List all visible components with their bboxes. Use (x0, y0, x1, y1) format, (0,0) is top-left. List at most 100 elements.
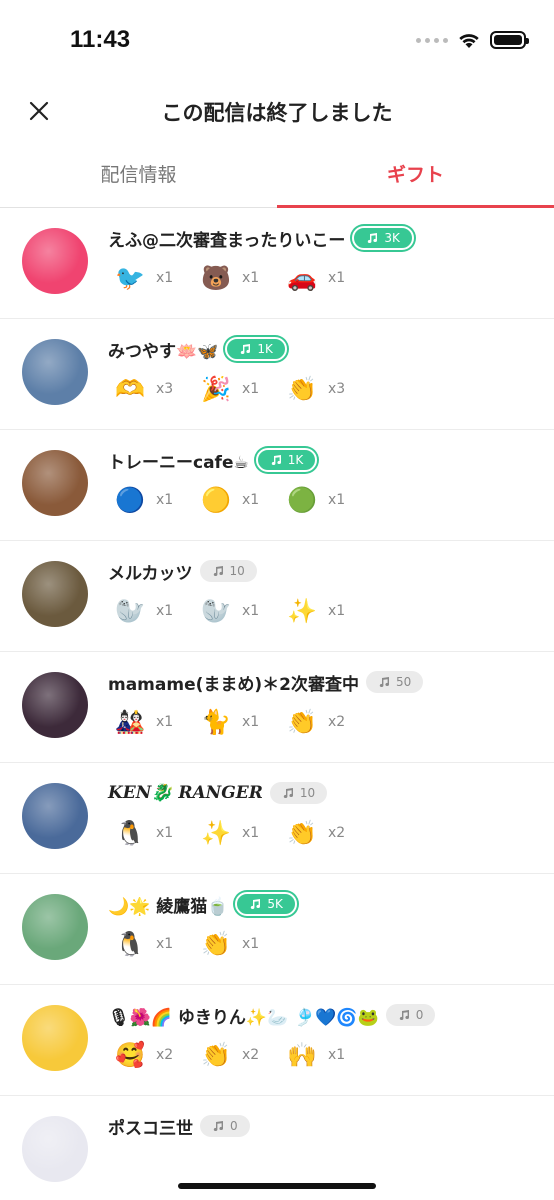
list-item[interactable]: mamame(ままめ)＊2次審査中 50 🎎 x1 🐈 x1 👏 x2 (0, 652, 554, 763)
status-bar: 11:43 (0, 0, 554, 80)
hand-heart-sticker: 🫶 (115, 375, 145, 403)
gift-item: ✨ x1 (280, 589, 366, 633)
gift-count: x1 (242, 603, 260, 619)
gift-count: x1 (328, 1047, 346, 1063)
gift-item: 🐦 x1 (108, 256, 194, 300)
gift-list: えふ@二次審査まったりいこー 3K 🐦 x1 🐻 x1 🚗 x1 みつやす🪷🦋 1K 🫶 x3 🎉 x1 👏… (0, 208, 554, 1200)
gift-item: 👏 x2 (280, 811, 366, 855)
gift-item: 🟢 x1 (280, 478, 366, 522)
status-icons (416, 31, 529, 49)
points-value: 0 (230, 1119, 238, 1133)
gift-count: x1 (242, 936, 260, 952)
gift-group: 🐧 x1 👏 x1 (108, 922, 280, 966)
gift-item: 🐧 x1 (108, 811, 194, 855)
gift-count: x1 (242, 270, 260, 286)
list-item[interactable]: KEN🐉 RANGER 10 🐧 x1 ✨ x1 👏 x2 (0, 763, 554, 874)
list-item[interactable]: メルカッツ 10 🦭 x1 🦭 x1 ✨ x1 (0, 541, 554, 652)
seal-car-sticker: 🚗 (287, 264, 317, 292)
list-item[interactable]: えふ@二次審査まったりいこー 3K 🐦 x1 🐻 x1 🚗 x1 (0, 208, 554, 319)
gift-count: x1 (156, 714, 174, 730)
gift-item: 🐻 x1 (194, 256, 280, 300)
gift-count: x1 (156, 825, 174, 841)
gift-group: 🐦 x1 🐻 x1 🚗 x1 (108, 256, 366, 300)
seal-sticker: 🦭 (115, 597, 145, 625)
gift-item: 🦭 x1 (194, 589, 280, 633)
music-note-icon (212, 1120, 224, 1132)
gift-count: x2 (242, 1047, 260, 1063)
gift-item: 🫶 x3 (108, 367, 194, 411)
gift-group: 🔵 x1 🟡 x1 🟢 x1 (108, 478, 366, 522)
status-time: 11:43 (70, 26, 131, 53)
gift-count: x2 (328, 825, 346, 841)
domo-sticker: 🙌 (287, 1041, 317, 1069)
user-name: 🎙🌺🌈 ゆきりん✨🦢 🎐💙🌀🐸 (108, 1007, 379, 1028)
user-name: みつやす🪷🦋 (108, 341, 219, 362)
music-note-icon (270, 454, 282, 466)
user-name: メルカッツ (108, 563, 193, 584)
gift-item: 🚗 x1 (280, 256, 366, 300)
music-note-icon (282, 787, 294, 799)
list-item[interactable]: 🎙🌺🌈 ゆきりん✨🦢 🎐💙🌀🐸 0 🥰 x2 👏 x2 🙌 x1 (0, 985, 554, 1096)
gift-item: 🎉 x1 (194, 367, 280, 411)
points-badge: 50 (365, 671, 424, 693)
clapping-hands-icon: 👏 (201, 930, 231, 958)
name-line: 🌙🌟 綾鷹猫🍵 5K (108, 890, 297, 918)
gift-count: x1 (328, 492, 346, 508)
name-line: メルカッツ 10 (108, 557, 257, 585)
music-note-icon (239, 343, 251, 355)
avatar[interactable] (22, 450, 88, 516)
avatar[interactable] (22, 228, 88, 294)
points-badge: 0 (200, 1115, 250, 1137)
tab-gifts[interactable]: ギフト (277, 142, 554, 208)
list-item[interactable]: トレーニーcafe☕ 1K 🔵 x1 🟡 x1 🟢 x1 (0, 430, 554, 541)
gift-count: x1 (156, 936, 174, 952)
name-line: ポスコ三世 0 (108, 1112, 250, 1140)
name-line: mamame(ままめ)＊2次審査中 50 (108, 668, 424, 696)
music-note-icon (249, 898, 261, 910)
avatar[interactable] (22, 339, 88, 405)
oshi-arigato-sticker: ✨ (201, 819, 231, 847)
points-value: 0 (415, 1008, 424, 1022)
name-line: えふ@二次審査まったりいこー 3K (108, 224, 414, 252)
clapping-hands-icon: 👏 (287, 708, 317, 736)
gift-item: 🔵 x1 (108, 478, 194, 522)
gift-item: 🥰 x2 (108, 1033, 194, 1077)
avatar[interactable] (22, 1116, 88, 1182)
gift-count: x1 (156, 603, 174, 619)
user-name: mamame(ままめ)＊2次審査中 (108, 674, 359, 695)
gift-count: x3 (328, 381, 346, 397)
home-indicator (178, 1183, 376, 1189)
points-badge: 1K (255, 448, 318, 472)
avatar[interactable] (22, 1005, 88, 1071)
avatar[interactable] (22, 783, 88, 849)
tab-stream-info[interactable]: 配信情報 (0, 142, 277, 207)
avatar[interactable] (22, 672, 88, 738)
gift-item: 👏 x1 (194, 922, 280, 966)
points-badge: 5K (235, 892, 297, 916)
avatar[interactable] (22, 561, 88, 627)
gift-count: x2 (328, 714, 346, 730)
points-badge: 3K (352, 226, 414, 250)
clapping-hands-icon: 👏 (201, 1041, 231, 1069)
gift-count: x1 (242, 825, 260, 841)
gift-group: 🫶 x3 🎉 x1 👏 x3 (108, 367, 366, 411)
gift-group: 🥰 x2 👏 x2 🙌 x1 (108, 1033, 366, 1077)
list-item[interactable]: みつやす🪷🦋 1K 🫶 x3 🎉 x1 👏 x3 (0, 319, 554, 430)
green-glowstick-icon: 🟢 (287, 486, 317, 514)
gift-item: 🦭 x1 (108, 589, 194, 633)
gift-item: 🟡 x1 (194, 478, 280, 522)
header: この配信は終了しました (0, 80, 554, 142)
list-item[interactable]: 🌙🌟 綾鷹猫🍵 5K 🐧 x1 👏 x1 (0, 874, 554, 985)
tab-bar: 配信情報 ギフト (0, 142, 554, 208)
gift-item: 🎎 x1 (108, 700, 194, 744)
avatar[interactable] (22, 894, 88, 960)
points-value: 1K (257, 342, 273, 356)
blue-glowstick-icon: 🔵 (115, 486, 145, 514)
points-value: 5K (267, 897, 283, 911)
arigato-sticker: 🐧 (115, 819, 145, 847)
clapping-hands-icon: 👏 (287, 819, 317, 847)
gift-count: x1 (242, 714, 260, 730)
penguin-heart-sticker: 🐧 (115, 930, 145, 958)
gift-item: 🙌 x1 (280, 1033, 366, 1077)
gift-count: x1 (242, 381, 260, 397)
